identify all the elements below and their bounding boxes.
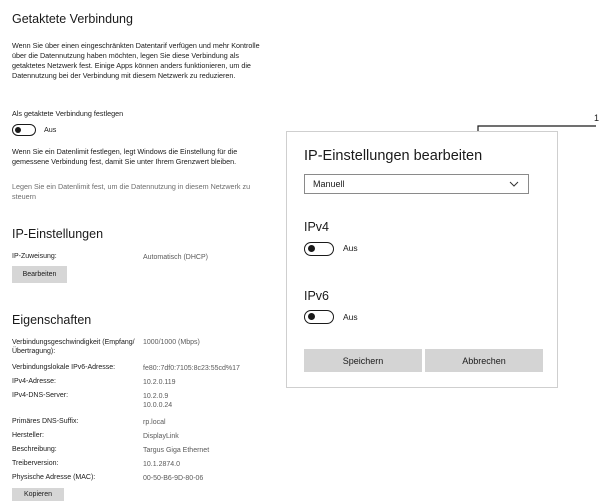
chevron-down-icon <box>509 181 519 187</box>
toggle-knob <box>308 313 315 320</box>
select-value: Manuell <box>313 179 345 189</box>
cancel-button[interactable]: Abbrechen <box>425 349 543 372</box>
ipv6-toggle-state: Aus <box>343 312 358 322</box>
edit-ip-dialog: IP-Einstellungen bearbeiten Manuell IPv4… <box>286 131 558 388</box>
callout-label: 1 <box>594 113 600 123</box>
toggle-knob <box>308 245 315 252</box>
ipv4-toggle-state: Aus <box>343 243 358 253</box>
ipv4-toggle[interactable] <box>304 242 334 256</box>
ipv4-heading: IPv4 <box>304 220 330 234</box>
save-button[interactable]: Speichern <box>304 349 422 372</box>
ipv6-heading: IPv6 <box>304 289 330 303</box>
ipv6-toggle[interactable] <box>304 310 334 324</box>
dialog-title: IP-Einstellungen bearbeiten <box>304 148 483 164</box>
ip-mode-select[interactable]: Manuell <box>304 174 529 194</box>
